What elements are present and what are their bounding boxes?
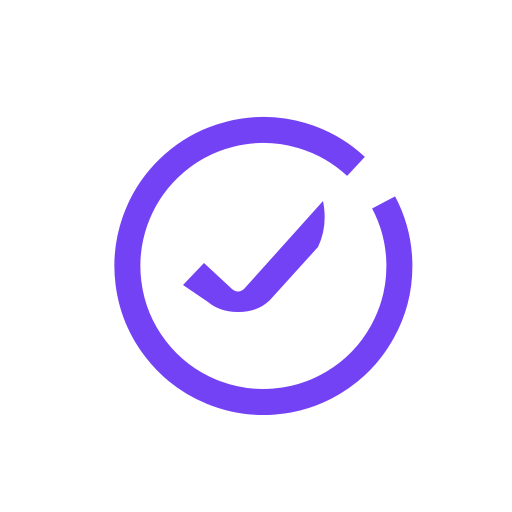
circle-check-icon (114, 117, 413, 415)
check-mark (183, 201, 325, 312)
app-icon-canvas (0, 0, 512, 512)
ring-arc (114, 117, 413, 415)
